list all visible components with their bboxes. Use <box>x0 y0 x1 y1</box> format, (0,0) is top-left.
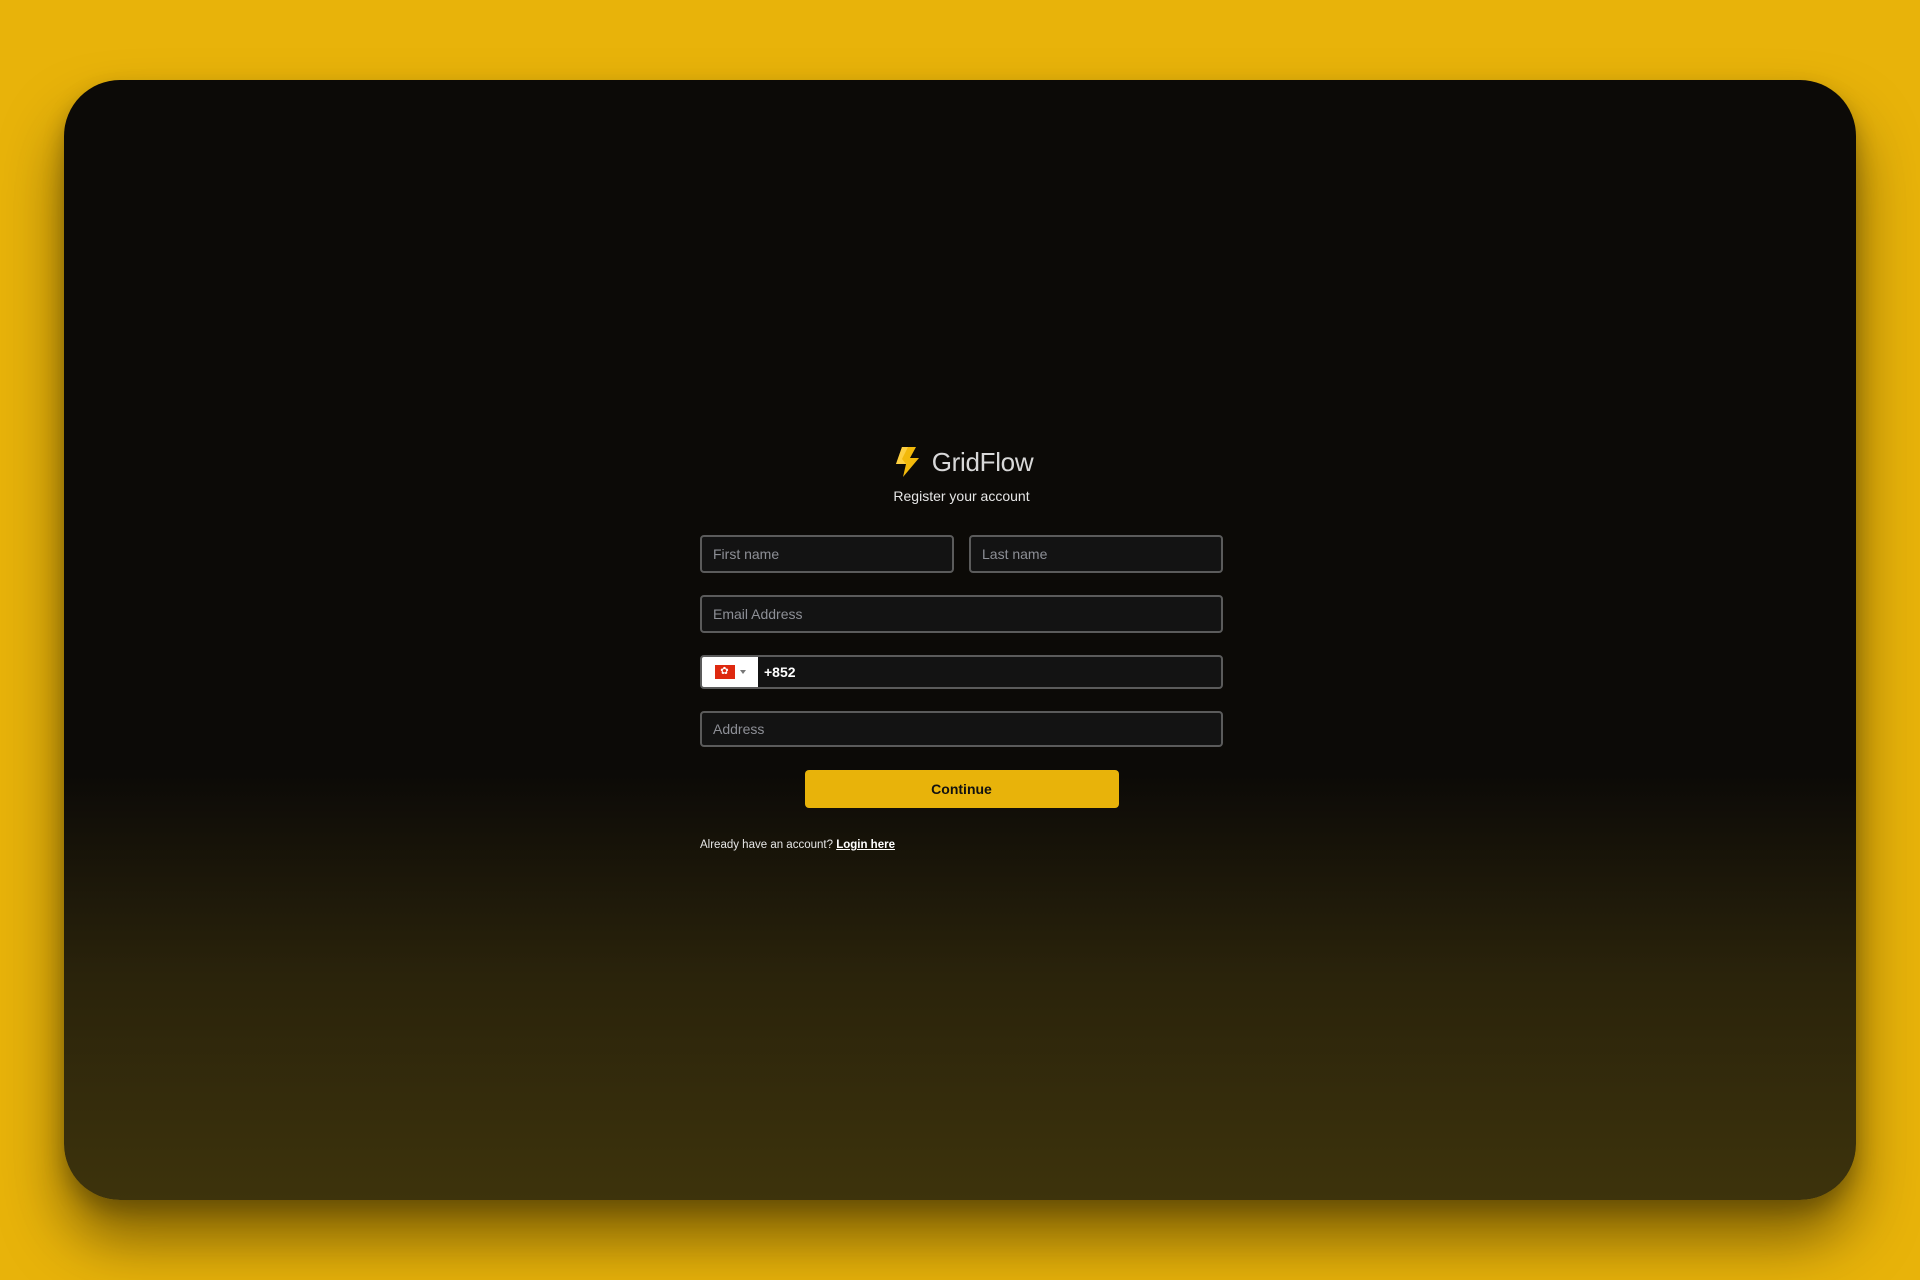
first-name-field[interactable] <box>700 535 954 573</box>
phone-input[interactable] <box>758 657 1221 687</box>
register-form: GridFlow Register your account ✿ Continu… <box>700 442 1223 851</box>
email-field[interactable] <box>700 595 1223 633</box>
address-field[interactable] <box>700 711 1223 747</box>
chevron-down-icon <box>739 670 746 674</box>
name-row <box>700 535 1223 573</box>
phone-field: ✿ <box>700 655 1223 689</box>
login-link[interactable]: Login here <box>836 839 895 851</box>
app-window: GridFlow Register your account ✿ Continu… <box>64 80 1856 1200</box>
continue-button[interactable]: Continue <box>804 770 1119 808</box>
hong-kong-flag-icon: ✿ <box>714 665 735 679</box>
page-subtitle: Register your account <box>893 488 1030 504</box>
last-name-field[interactable] <box>969 535 1223 573</box>
email-row <box>700 595 1223 633</box>
brand-name: GridFlow <box>931 446 1034 477</box>
country-select-button[interactable]: ✿ <box>702 657 758 687</box>
login-prompt: Already have an account? Login here <box>700 839 1223 851</box>
lightning-bolt-icon <box>895 447 919 477</box>
brand: GridFlow <box>700 442 1223 482</box>
login-prompt-text: Already have an account? <box>700 839 833 851</box>
address-row <box>700 711 1223 747</box>
